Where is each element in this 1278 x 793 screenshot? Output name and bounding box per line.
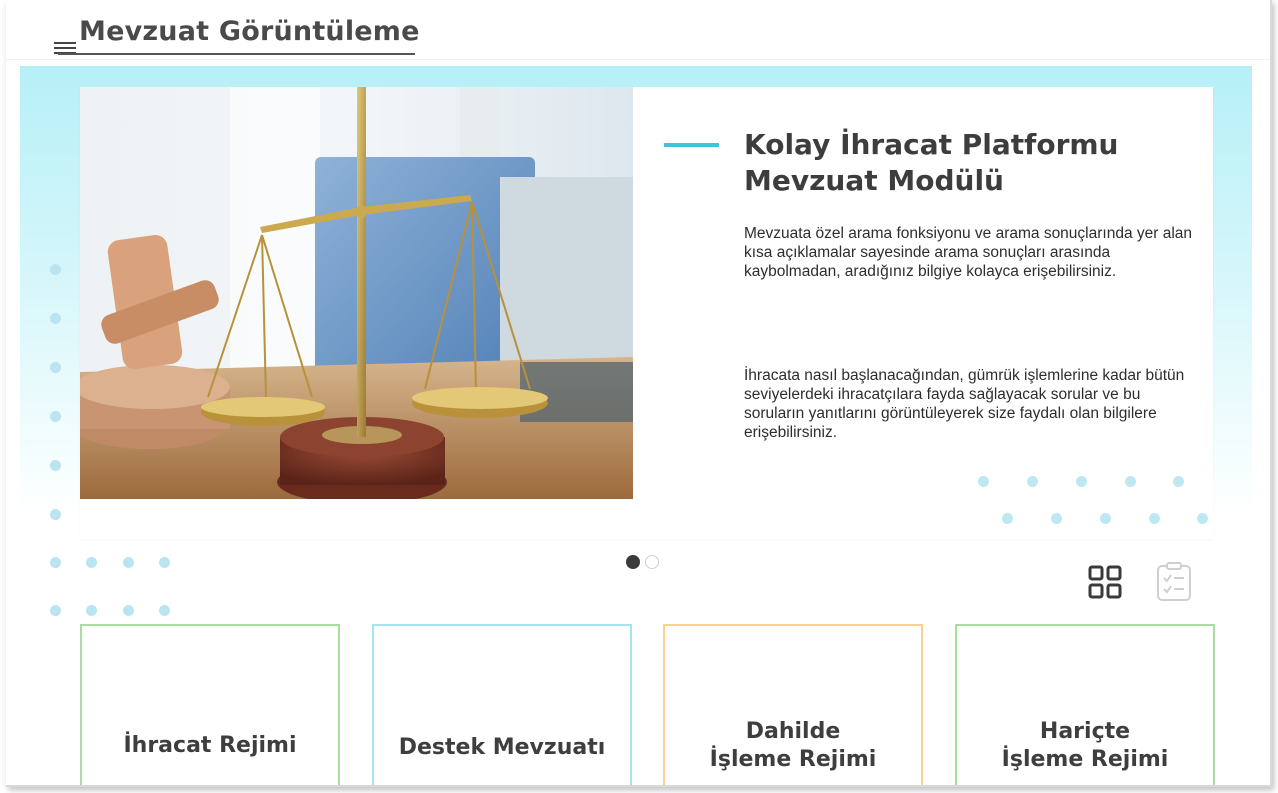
decor-dot — [50, 313, 61, 324]
decor-dot — [123, 557, 134, 568]
decor-dot — [1173, 476, 1184, 487]
decor-dot — [1100, 513, 1111, 524]
slide-paragraph-1: Mevzuata özel arama fonksiyonu ve arama … — [744, 225, 1193, 280]
decor-dot — [86, 605, 97, 616]
slide-paragraph-2: İhracata nasıl başlanacağından, gümrük i… — [744, 367, 1185, 441]
decor-dot — [50, 605, 61, 616]
carousel-dot-1[interactable] — [626, 555, 640, 569]
decor-dot — [50, 509, 61, 520]
decor-dot — [123, 605, 134, 616]
carousel-pagination — [626, 555, 659, 569]
card-ihracat-rejimi[interactable]: İhracat Rejimi — [80, 624, 340, 785]
accent-line — [664, 143, 719, 147]
carousel-dot-2[interactable] — [645, 555, 659, 569]
card-label: İhracat Rejimi — [123, 733, 297, 758]
slider-panel: Kolay İhracat Platformu Mevzuat Modülü M… — [80, 87, 1213, 539]
title-underline — [58, 53, 415, 55]
decor-dot — [1197, 513, 1208, 524]
decor-dot — [50, 557, 61, 568]
decor-dot — [1125, 476, 1136, 487]
card-haricte-isleme-rejimi[interactable]: Hariçte İşleme Rejimi — [955, 624, 1215, 785]
decor-dot — [978, 476, 989, 487]
card-label: Destek Mevzuatı — [398, 735, 606, 760]
slide-heading: Kolay İhracat Platformu Mevzuat Modülü — [744, 128, 1119, 197]
decor-dot — [50, 362, 61, 373]
decor-dot — [1149, 513, 1160, 524]
checklist-view-icon[interactable] — [1156, 562, 1192, 602]
decor-dot — [1051, 513, 1062, 524]
card-dahilde-isleme-rejimi[interactable]: Dahilde İşleme Rejimi — [663, 624, 923, 785]
decor-dot — [159, 557, 170, 568]
decor-dot — [1002, 513, 1013, 524]
decor-dot — [50, 460, 61, 471]
card-label: Dahilde İşleme Rejimi — [709, 719, 877, 772]
card-label: Hariçte İşleme Rejimi — [1001, 719, 1169, 772]
decor-dot — [86, 557, 97, 568]
page-title: Mevzuat Görüntüleme — [79, 16, 420, 47]
decor-dot — [50, 411, 61, 422]
decor-dot — [1027, 476, 1038, 487]
header: Mevzuat Görüntüleme — [6, 0, 1270, 60]
decor-dot — [159, 605, 170, 616]
card-destek-mevzuati[interactable]: Destek Mevzuatı — [372, 624, 632, 785]
justice-scale-image — [80, 87, 633, 499]
decor-dot — [50, 264, 61, 275]
app-frame: Mevzuat Görüntüleme Kolay İhracat Platfo… — [6, 0, 1272, 787]
decor-dot — [1076, 476, 1087, 487]
grid-view-icon[interactable] — [1088, 565, 1122, 599]
